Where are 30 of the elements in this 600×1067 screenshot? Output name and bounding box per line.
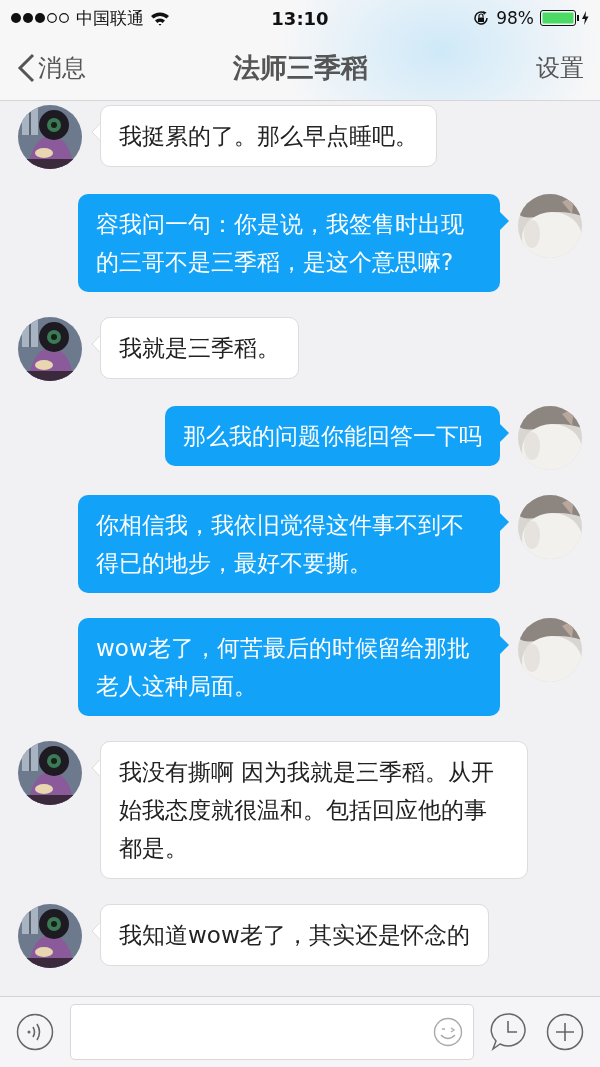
plus-icon[interactable]	[546, 1013, 584, 1051]
bubble-tail	[500, 636, 509, 654]
bubble-tail	[91, 922, 100, 940]
received-message-bubble: 我没有撕啊 因为我就是三季稻。从开始我态度就很温和。包括回应他的事都是。	[100, 741, 528, 879]
sent-message-bubble: wow老了，何苦最后的时候留给那批老人这种局面。	[78, 618, 500, 716]
sent-message-bubble: 容我问一句：你是说，我签售时出现的三哥不是三季稻，是这个意思嘛?	[78, 194, 500, 292]
status-time: 13:10	[271, 7, 329, 29]
chevron-left-icon	[16, 53, 36, 83]
chat-title: 法师三季稻	[232, 51, 368, 85]
bubble-tail	[500, 212, 509, 230]
signal-icon	[10, 12, 70, 24]
voice-button[interactable]	[16, 1013, 54, 1051]
sent-message-bubble: 那么我的问题你能回答一下吗	[165, 406, 500, 466]
bubble-tail	[500, 424, 509, 442]
wifi-icon	[150, 10, 170, 26]
rotation-lock-icon	[472, 9, 491, 27]
received-message-bubble: 我就是三季稻。	[100, 317, 299, 379]
bubble-tail	[91, 759, 100, 777]
back-button[interactable]: 消息	[16, 52, 233, 84]
bubble-tail	[91, 335, 100, 353]
bubble-tail	[91, 123, 100, 141]
sent-message-bubble: 你相信我，我依旧觉得这件事不到不得已的地步，最好不要撕。	[78, 495, 500, 593]
message-input-field[interactable]	[70, 1004, 474, 1060]
bubble-tail	[500, 513, 509, 531]
settings-link[interactable]: 设置	[536, 54, 584, 82]
battery-charging-icon	[540, 10, 590, 26]
received-message-bubble: 我知道wow老了，其实还是怀念的	[100, 904, 489, 966]
received-message-bubble: 我挺累的了。那么早点睡吧。	[100, 105, 437, 167]
battery-percent: 98%	[496, 8, 534, 28]
carrier-name: 中国联通	[76, 6, 144, 30]
